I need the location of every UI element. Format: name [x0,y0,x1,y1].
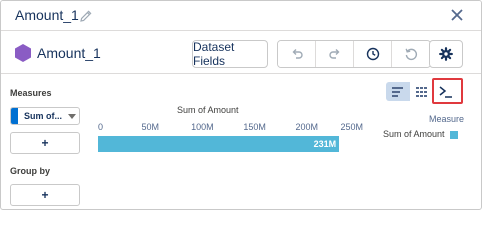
settings-button[interactable] [429,40,463,68]
legend-title: Measure [429,114,465,124]
chevron-down-icon[interactable] [68,114,76,119]
group-by-title: Group by [10,166,50,176]
widget-editor-panel: Amount_1 Amount_1 Dataset Fields Measure… [0,0,482,210]
legend-swatch [450,131,458,139]
chart-title: Sum of Amount [177,105,239,115]
undo-button[interactable] [278,41,316,67]
x-tick-label: 0 [98,122,104,132]
table-icon [416,86,427,97]
clock-icon [366,47,379,61]
x-tick-label: 50M [141,122,159,132]
drag-handle[interactable] [11,108,18,124]
add-measure-button[interactable]: + [10,132,80,154]
close-icon[interactable] [450,8,464,22]
hexagon-icon [15,44,31,62]
legend-item-label: Sum of Amount [383,129,445,139]
history-button-group [277,40,431,68]
undo-icon [292,49,303,59]
reset-icon [405,48,418,61]
history-button[interactable] [354,41,392,67]
add-group-button[interactable]: + [10,184,80,206]
bar-chart-icon [392,86,403,97]
dataset-fields-button[interactable]: Dataset Fields [192,40,268,68]
chart-view-button[interactable] [386,82,410,101]
measures-title: Measures [10,88,52,98]
window-title: Amount_1 [15,7,79,23]
x-tick-label: 150M [243,122,266,132]
x-tick-label: 250M [340,122,363,132]
reset-button[interactable] [392,41,430,67]
bar-value-label: 231M [313,139,337,149]
highlight-box [432,78,463,104]
gear-icon [439,47,453,61]
x-tick-label: 100M [191,122,214,132]
measure-pill-label: Sum of... [24,111,62,121]
dataset-fields-label: Dataset Fields [193,40,235,68]
redo-icon [328,49,339,59]
bar[interactable] [98,136,340,152]
pencil-icon[interactable] [79,9,93,23]
redo-button[interactable] [316,41,354,67]
field-pane: Measures Sum of... + Group by + [1,75,93,209]
x-tick-label: 200M [295,122,319,132]
widget-name: Amount_1 [37,45,101,61]
table-view-button[interactable] [410,82,434,101]
title-bar: Amount_1 [1,1,481,31]
widget-header: Amount_1 Dataset Fields [1,32,481,74]
measure-pill[interactable]: Sum of... [10,107,80,125]
